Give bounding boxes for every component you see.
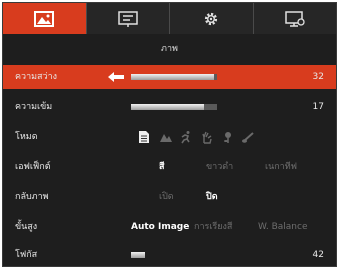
tab-bar	[3, 3, 336, 34]
effect-option-bw[interactable]: ขาวดำ	[206, 155, 233, 179]
running-person-icon[interactable]	[179, 130, 193, 144]
tab-image[interactable]	[3, 3, 87, 34]
focus-value: 42	[312, 250, 324, 260]
flip-option-off[interactable]: ปิด	[206, 185, 218, 209]
advanced-row[interactable]: ขั้นสูง Auto Image การเรียงสี W. Balance	[3, 215, 336, 239]
mode-row[interactable]: โหมด	[3, 125, 336, 149]
monitor-settings-icon	[285, 10, 305, 27]
image-icon	[34, 10, 55, 27]
document-icon[interactable]	[137, 130, 151, 144]
flower-icon[interactable]	[221, 130, 235, 144]
focus-label: โฟกัส	[15, 250, 38, 260]
enter-arrow-icon	[108, 72, 124, 82]
presentation-icon	[118, 10, 138, 27]
osd-menu: ภาพ ความสว่าง 32 ความเข้ม 17 โหมด เอฟเฟ็…	[2, 2, 337, 267]
brush-icon[interactable]	[241, 130, 255, 144]
brightness-label: ความสว่าง	[15, 72, 58, 82]
focus-slider[interactable]	[131, 252, 145, 258]
brightness-row[interactable]: ความสว่าง 32	[3, 65, 336, 89]
mode-label: โหมด	[15, 132, 38, 142]
contrast-value: 17	[312, 102, 324, 112]
brightness-slider-fill	[131, 74, 214, 80]
effect-option-negative[interactable]: เนกาทีฟ	[265, 155, 297, 179]
effect-option-color[interactable]: สี	[159, 155, 165, 179]
advanced-label: ขั้นสูง	[15, 222, 38, 232]
white-balance-option[interactable]: W. Balance	[258, 215, 307, 239]
effect-label: เอฟเฟ็กต์	[15, 162, 51, 172]
mountain-icon[interactable]	[159, 130, 173, 144]
effect-row[interactable]: เอฟเฟ็กต์ สี ขาวดำ เนกาทีฟ	[3, 155, 336, 179]
flip-row[interactable]: กลับภาพ เปิด ปิด	[3, 185, 336, 209]
brightness-slider[interactable]	[131, 74, 217, 80]
focus-row[interactable]: โฟกัส 42	[3, 243, 336, 267]
tab-settings[interactable]	[170, 3, 254, 34]
color-alignment-option[interactable]: การเรียงสี	[194, 215, 232, 239]
contrast-row[interactable]: ความเข้ม 17	[3, 95, 336, 119]
flip-option-on[interactable]: เปิด	[159, 185, 174, 209]
contrast-slider-fill	[131, 104, 205, 110]
flip-label: กลับภาพ	[15, 192, 49, 202]
auto-image-option[interactable]: Auto Image	[131, 215, 189, 239]
section-title: ภาพ	[161, 44, 178, 54]
brightness-value: 32	[312, 72, 324, 82]
contrast-slider[interactable]	[131, 104, 217, 110]
contrast-label: ความเข้ม	[15, 102, 53, 112]
gear-icon	[205, 12, 218, 25]
hand-icon[interactable]	[200, 130, 214, 144]
tab-display[interactable]	[86, 3, 170, 34]
tab-system[interactable]	[253, 3, 336, 34]
